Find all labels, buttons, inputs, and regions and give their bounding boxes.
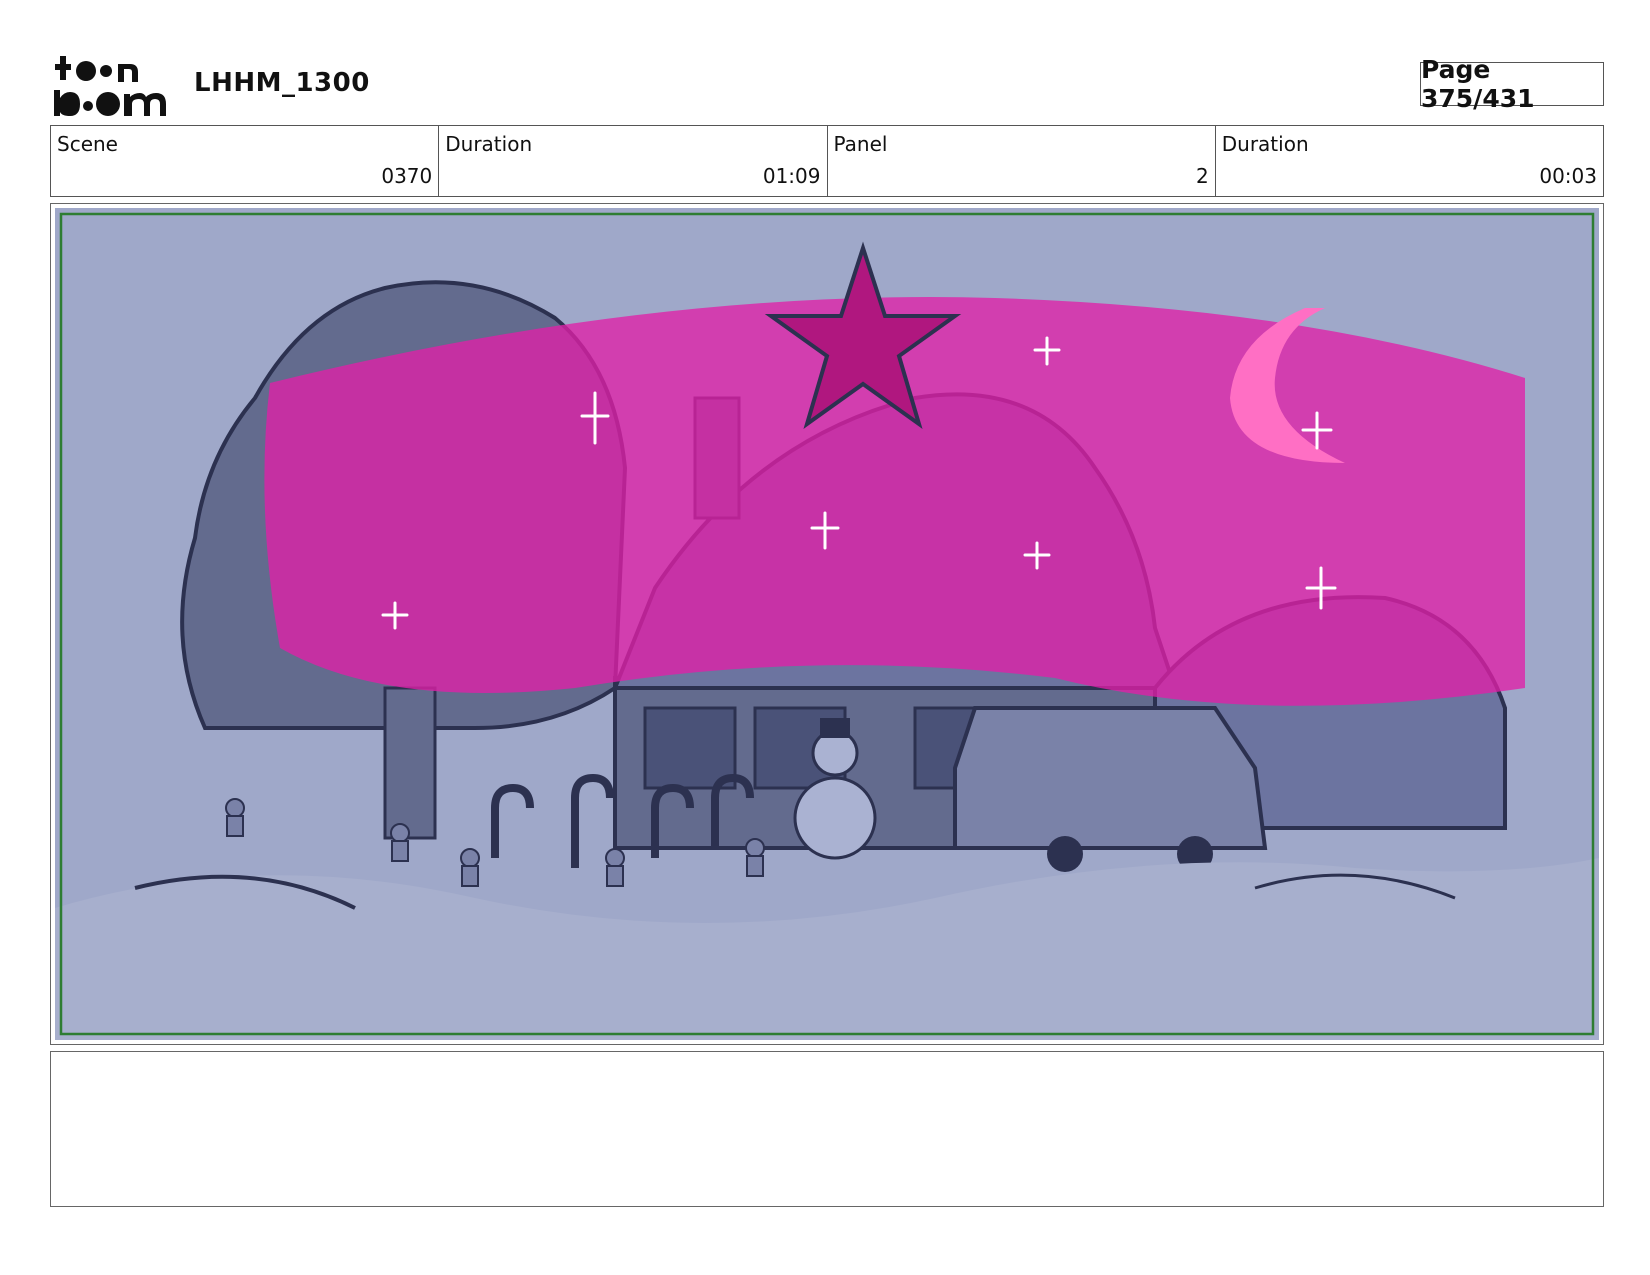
scene-duration-label: Duration: [445, 132, 533, 156]
scene-info-table: Scene 0370 Duration 01:09 Panel 2 Durati…: [50, 125, 1604, 197]
scene-duration-value: 01:09: [762, 164, 821, 188]
scene-cell: Scene 0370: [51, 126, 440, 196]
page-indicator: Page 375/431: [1420, 55, 1604, 113]
toon-boom-logo: [54, 54, 172, 118]
panel-duration-cell: Duration 00:03: [1216, 126, 1603, 196]
logo-icon: [54, 56, 166, 116]
panel-notes-box: [50, 1051, 1604, 1207]
panel-drawing: [55, 208, 1599, 1040]
panel-label: Panel: [833, 132, 888, 156]
project-title: LHHM_1300: [194, 68, 370, 98]
scene-label: Scene: [57, 132, 118, 156]
scene-value: 0370: [381, 164, 433, 188]
panel-cell: Panel 2: [828, 126, 1216, 196]
storyboard-drawing-icon: [55, 208, 1599, 1040]
storyboard-panel: [50, 203, 1604, 1045]
scene-duration-cell: Duration 01:09: [439, 126, 828, 196]
panel-duration-value: 00:03: [1539, 164, 1597, 188]
panel-value: 2: [1196, 164, 1209, 188]
panel-duration-label: Duration: [1221, 132, 1309, 156]
